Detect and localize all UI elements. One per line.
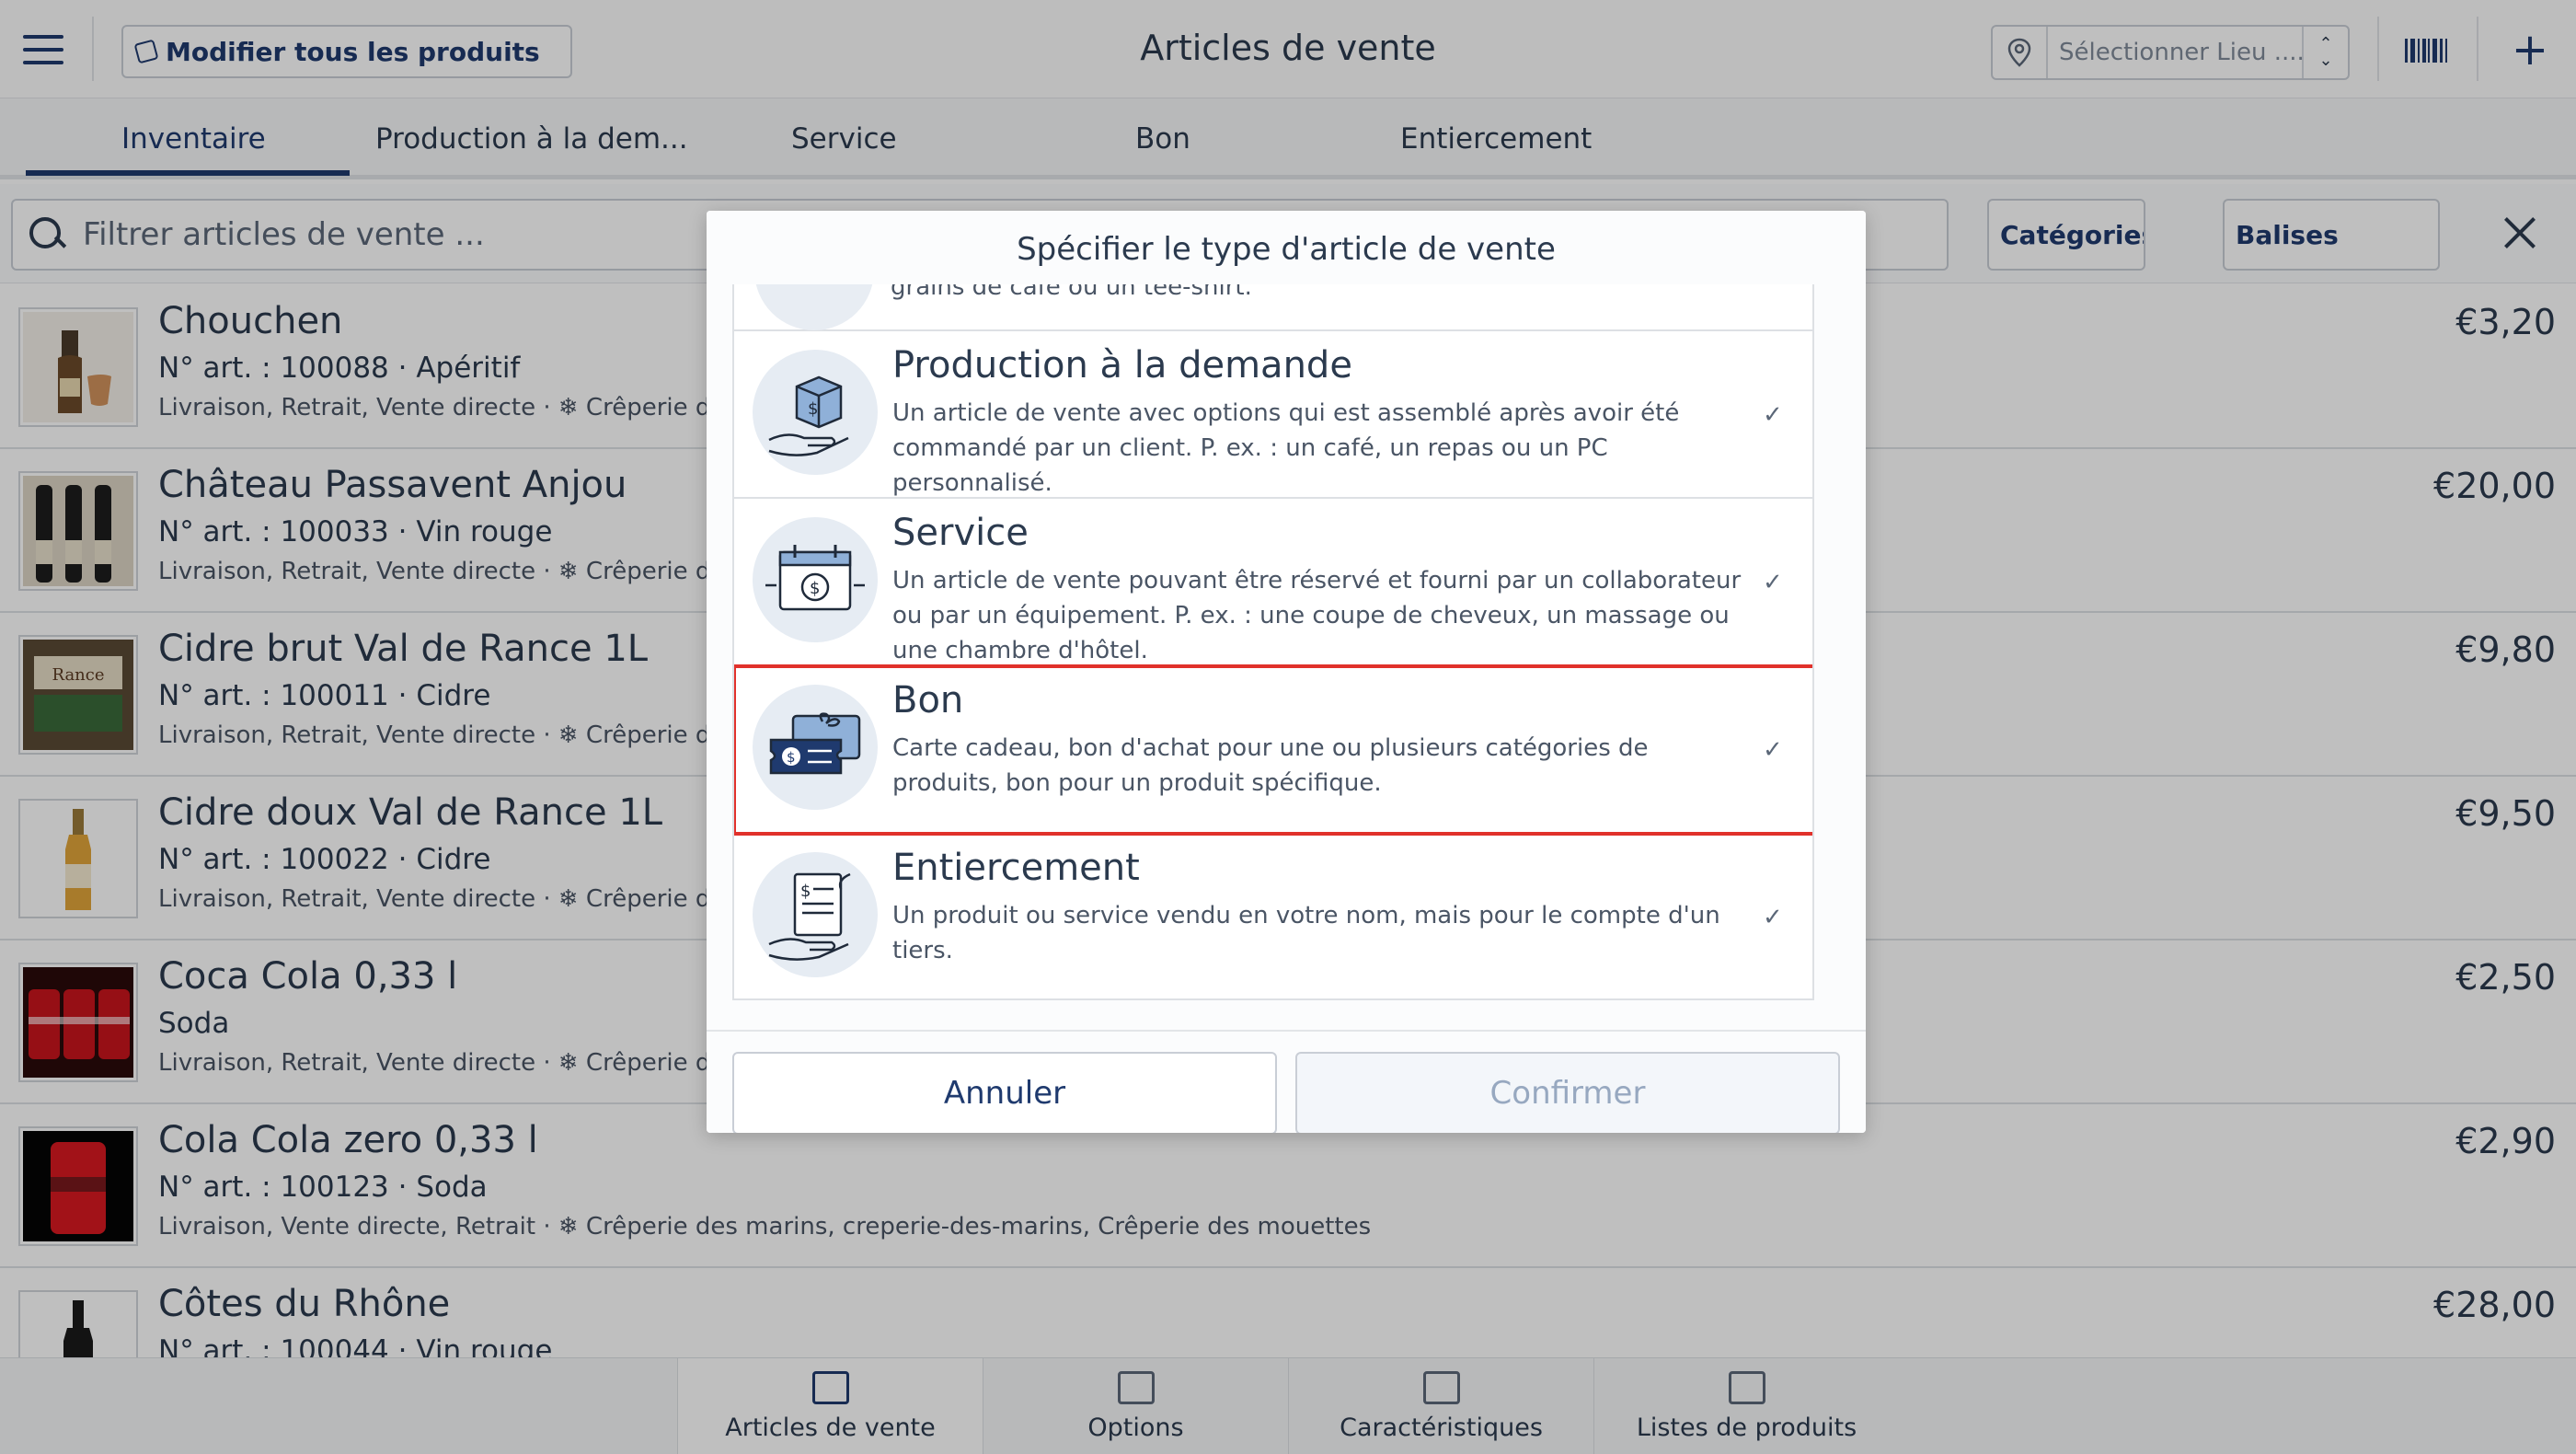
svg-text:$: $ bbox=[787, 749, 796, 766]
option-title: Production à la demande bbox=[892, 344, 1352, 387]
check-icon: ✓ bbox=[1763, 736, 1783, 764]
box-hand-icon: $ bbox=[753, 350, 878, 475]
option-voucher[interactable]: $ Bon Carte cadeau, bon d'achat pour une… bbox=[734, 664, 1812, 836]
check-icon: ✓ bbox=[1763, 904, 1783, 931]
option-description: Un produit ou service vendu en votre nom… bbox=[892, 902, 1720, 964]
sales-item-type-dialog: Spécifier le type d'article de vente gra… bbox=[707, 211, 1866, 1133]
check-icon: ✓ bbox=[1763, 401, 1783, 429]
option-on-demand-production[interactable]: $ Production à la demande Un article de … bbox=[734, 331, 1812, 499]
dialog-footer: Annuler Confirmer bbox=[707, 1030, 1866, 1133]
svg-text:$: $ bbox=[810, 579, 820, 598]
cancel-button[interactable]: Annuler bbox=[732, 1052, 1277, 1133]
option-description: Carte cadeau, bon d'achat pour une ou pl… bbox=[892, 734, 1649, 797]
option-title: Entiercement bbox=[892, 847, 1140, 889]
svg-text:$: $ bbox=[808, 399, 818, 419]
option-service[interactable]: $ Service Un article de vente pouvant êt… bbox=[734, 499, 1812, 666]
option-title: Service bbox=[892, 512, 1029, 554]
option-escrow[interactable]: $ Entiercement Un produit ou service ven… bbox=[734, 834, 1812, 998]
list-item[interactable]: grains de café ou un tee-shirt. bbox=[734, 284, 1812, 331]
calendar-icon: $ bbox=[753, 517, 878, 642]
option-description: Un article de vente pouvant être réservé… bbox=[892, 567, 1742, 664]
check-icon: ✓ bbox=[1763, 569, 1783, 596]
gift-card-icon: $ bbox=[753, 685, 878, 810]
dialog-title: Spécifier le type d'article de vente bbox=[707, 211, 1866, 284]
item-type-options: grains de café ou un tee-shirt. $ Produc… bbox=[732, 284, 1814, 1000]
option-description: grains de café ou un tee-shirt. bbox=[891, 284, 1252, 301]
option-title: Bon bbox=[892, 679, 964, 721]
document-hand-icon: $ bbox=[753, 852, 878, 977]
confirm-button[interactable]: Confirmer bbox=[1295, 1052, 1840, 1133]
option-description: Un article de vente avec options qui est… bbox=[892, 399, 1680, 497]
inventory-icon bbox=[754, 284, 874, 330]
svg-text:$: $ bbox=[800, 882, 811, 901]
